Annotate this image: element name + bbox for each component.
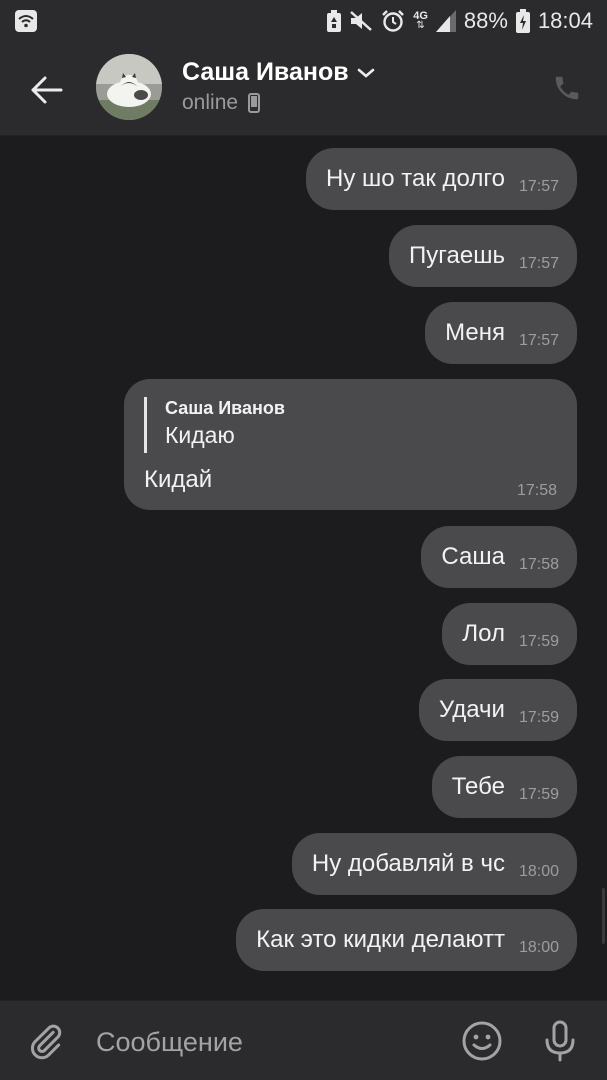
message-time: 17:59 [518, 633, 559, 650]
message-bubble[interactable]: Удачи 17:59 [418, 679, 577, 741]
contact-status: online [182, 91, 239, 114]
network-4g-icon: 4G ⇅ [413, 10, 428, 31]
phone-icon [555, 76, 579, 100]
reply-message-bubble[interactable]: Саша Иванов Кидаю Кидай 17:58 [124, 379, 577, 510]
avatar[interactable] [96, 54, 162, 120]
quoted-author: Саша Иванов [165, 398, 285, 418]
scrollbar[interactable] [602, 888, 605, 944]
call-button[interactable] [549, 70, 585, 106]
avatar-photo [96, 54, 162, 120]
voice-message-button[interactable] [540, 1019, 580, 1063]
quoted-message[interactable]: Саша Иванов Кидаю [144, 397, 285, 453]
message-text: Тебе [451, 773, 505, 800]
message-input[interactable] [96, 1021, 436, 1063]
emoji-icon [462, 1021, 502, 1061]
message-text: Саша [441, 543, 505, 570]
mute-icon [350, 11, 373, 31]
paperclip-icon [30, 1024, 62, 1060]
message-bubble[interactable]: Пугаешь 17:57 [389, 225, 577, 287]
quoted-text: Кидаю [165, 422, 235, 448]
message-text: Удачи [438, 696, 505, 723]
message-list[interactable]: Ну шо так долго 17:57 Пугаешь 17:57 Меня… [0, 136, 607, 1000]
message-time: 17:57 [518, 332, 559, 349]
message-bubble[interactable]: Ну добавляй в чс 18:00 [291, 833, 577, 895]
back-arrow-icon [31, 76, 63, 104]
status-bar: 4G ⇅ 88% 18:04 [0, 0, 607, 44]
message-bubble[interactable]: Лол 17:59 [442, 603, 577, 665]
message-bubble[interactable]: Ну шо так долго 17:57 [306, 148, 577, 210]
message-bubble[interactable]: Меня 17:57 [425, 302, 577, 364]
message-time: 18:00 [518, 939, 559, 956]
wifi-icon [15, 10, 37, 32]
message-time: 17:58 [516, 482, 557, 499]
alarm-icon [382, 10, 405, 32]
chat-header: Саша Иванов online [0, 44, 607, 136]
message-composer [0, 1000, 607, 1080]
message-text: Кидай [144, 466, 213, 493]
message-text: Пугаешь [409, 242, 505, 269]
emoji-button[interactable] [460, 1019, 504, 1063]
clock: 18:04 [537, 8, 593, 33]
message-time: 17:59 [518, 709, 559, 726]
battery-icon [515, 9, 530, 33]
message-text: Ну шо так долго [326, 165, 505, 192]
message-time: 17:57 [518, 178, 559, 195]
battery-saver-icon [327, 10, 342, 32]
mobile-device-icon [248, 93, 261, 113]
contact-name[interactable]: Саша Иванов [182, 58, 349, 87]
message-time: 18:00 [518, 863, 559, 880]
message-text: Ну добавляй в чс [311, 850, 505, 877]
message-text: Лол [462, 620, 505, 647]
message-text: Как это кидки делаютт [256, 926, 505, 953]
message-bubble[interactable]: Саша 17:58 [421, 526, 577, 588]
signal-icon [435, 10, 456, 32]
message-time: 17:59 [518, 786, 559, 803]
message-bubble[interactable]: Тебе 17:59 [431, 756, 577, 818]
chevron-down-icon[interactable] [357, 67, 375, 79]
message-text: Меня [445, 319, 505, 346]
message-time: 17:57 [518, 255, 559, 272]
back-button[interactable] [22, 68, 70, 112]
attach-button[interactable] [26, 1021, 66, 1061]
message-bubble[interactable]: Как это кидки делаютт 18:00 [236, 909, 577, 971]
microphone-icon [545, 1020, 575, 1062]
battery-percent: 88% [463, 8, 508, 33]
message-time: 17:58 [518, 556, 559, 573]
